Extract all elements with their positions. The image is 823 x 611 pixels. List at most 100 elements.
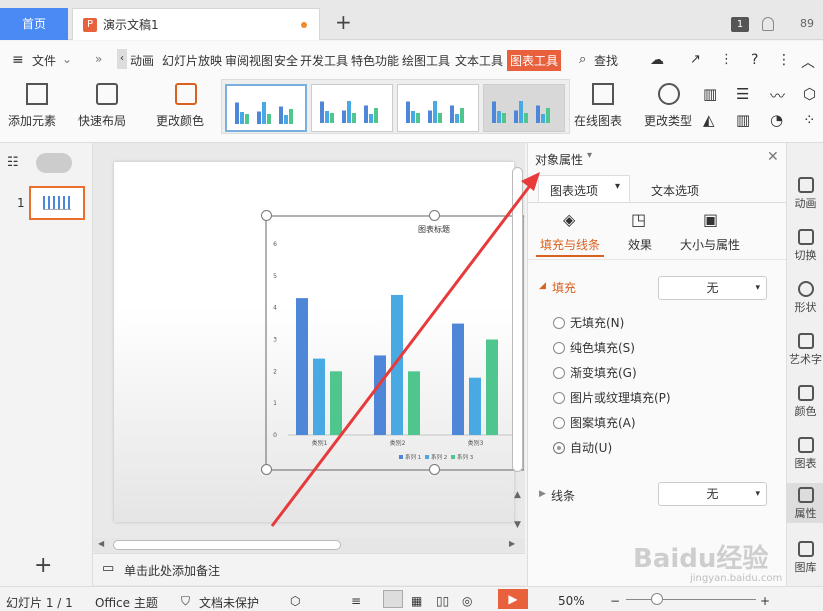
scroll-up-icon[interactable]: ▲	[514, 490, 521, 500]
chart-style-2[interactable]	[311, 84, 393, 132]
menu-security[interactable]: 安全	[274, 52, 298, 69]
theme-name[interactable]: Office 主题	[95, 594, 158, 611]
panel-title[interactable]: 对象属性	[535, 151, 583, 168]
bar[interactable]	[374, 355, 386, 435]
notes-area[interactable]: ▭ 单击此处添加备注	[93, 553, 525, 585]
slide-thumbnail[interactable]	[29, 186, 85, 220]
outline-view-icon[interactable]: ☷	[7, 155, 19, 170]
radio-no-fill[interactable]: 无填充(N)	[553, 314, 624, 331]
user-icon[interactable]	[762, 17, 774, 31]
radio-auto-fill[interactable]: 自动(U)	[553, 439, 612, 456]
menu-chart-tools[interactable]: 图表工具	[507, 50, 562, 71]
change-color-button[interactable]: 更改颜色	[156, 112, 204, 129]
sorter-view-icon[interactable]: ▦	[411, 594, 422, 608]
radio-picture-fill[interactable]: 图片或纹理填充(P)	[553, 389, 671, 406]
tab-home[interactable]: 首页	[0, 8, 68, 40]
fill-select[interactable]: 无 ▾	[658, 276, 767, 300]
close-icon[interactable]: ✕	[767, 149, 779, 165]
bar[interactable]	[452, 323, 464, 435]
scroll-down-icon[interactable]: ▼	[514, 520, 521, 530]
menu-slideshow[interactable]: 幻灯片放映	[162, 52, 222, 69]
protect-status[interactable]: 文档未保护	[199, 594, 259, 611]
reading-view-icon[interactable]: ▯▯	[436, 594, 449, 608]
radio-solid-fill[interactable]: 纯色填充(S)	[553, 339, 635, 356]
radio-pattern-fill[interactable]: 图案填充(A)	[553, 414, 636, 431]
bar[interactable]	[391, 294, 403, 435]
online-chart-button[interactable]: 在线图表	[574, 112, 622, 129]
resize-handle-tl[interactable]	[261, 210, 272, 221]
quick-layout-icon[interactable]	[96, 83, 118, 105]
subtab-size[interactable]: 大小与属性	[680, 236, 740, 253]
add-element-button[interactable]: 添加元素	[8, 112, 56, 129]
radar-chart-icon[interactable]: ⬡	[803, 85, 816, 103]
horizontal-scrollbar[interactable]	[113, 540, 341, 550]
collapse-icon[interactable]: ︿	[801, 52, 815, 72]
bar[interactable]	[469, 377, 481, 435]
menu-view[interactable]: 视图	[249, 52, 273, 69]
menu-features[interactable]: 特色功能	[351, 52, 399, 69]
chart-object[interactable]: 图表标题 0 1 2 3 4 5 6 类别1 类别2 类别3 系列 1 系列 2 系列 3	[262, 211, 524, 477]
bar[interactable]	[313, 358, 325, 435]
sidebar-color[interactable]: 颜色	[787, 385, 823, 419]
pie-chart-icon[interactable]: ◔	[770, 111, 783, 129]
normal-view-icon[interactable]	[383, 590, 403, 608]
line-section-label[interactable]: 线条	[551, 487, 575, 504]
add-slide-button[interactable]: +	[34, 553, 52, 578]
menu-search[interactable]: 查找	[594, 52, 618, 69]
subtab-fill-line[interactable]: 填充与线条	[540, 236, 600, 253]
stock-chart-icon[interactable]: ▥	[736, 111, 750, 129]
resize-handle-bl[interactable]	[261, 464, 272, 475]
bar[interactable]	[486, 339, 498, 436]
vertical-scrollbar[interactable]	[512, 167, 523, 472]
play-icon[interactable]: ▶	[498, 589, 528, 609]
chevron-down-icon[interactable]: ⌄	[62, 52, 72, 66]
effect-icon[interactable]: ◳	[631, 210, 646, 229]
slide-view-toggle[interactable]	[36, 153, 72, 173]
hamburger-icon[interactable]: ≡	[12, 52, 24, 68]
bar-chart-icon[interactable]: ▥	[703, 85, 717, 103]
cube-icon[interactable]: ⬡	[290, 594, 300, 608]
resize-handle-bottom[interactable]	[429, 464, 440, 475]
help-icon[interactable]: ?	[751, 52, 758, 68]
scroll-left-icon[interactable]: ◀	[98, 539, 104, 548]
presenter-view-icon[interactable]: ◎	[462, 594, 472, 608]
panel-title-chevron-icon[interactable]: ▾	[587, 150, 592, 161]
scatter-chart-icon[interactable]: ⁘	[803, 111, 816, 129]
cloud-icon[interactable]: ☁	[650, 52, 664, 68]
more-dots-icon[interactable]: ⋮	[777, 52, 791, 68]
sidebar-transition[interactable]: 切换	[787, 229, 823, 263]
fill-section-label[interactable]: 填充	[552, 279, 576, 296]
menu-file[interactable]: 文件	[32, 52, 56, 69]
menu-text-tools[interactable]: 文本工具	[455, 52, 503, 69]
line-select[interactable]: 无 ▾	[658, 482, 767, 506]
zoom-slider-thumb[interactable]	[651, 593, 663, 605]
fill-bucket-icon[interactable]: ◈	[563, 210, 575, 229]
chart-title[interactable]: 图表标题	[418, 224, 450, 234]
bar[interactable]	[408, 371, 420, 435]
window-count-badge[interactable]: 1	[731, 17, 749, 32]
zoom-slider-track[interactable]	[626, 599, 756, 600]
bar[interactable]	[296, 298, 308, 435]
quick-layout-button[interactable]: 快速布局	[78, 112, 126, 129]
subtab-effect[interactable]: 效果	[628, 236, 652, 253]
chart-style-3[interactable]	[397, 84, 479, 132]
tab-chart-options[interactable]: 图表选项 ▾	[538, 175, 630, 203]
resize-handle-top[interactable]	[429, 210, 440, 221]
expand-fill-icon[interactable]: ◢	[539, 281, 546, 291]
size-icon[interactable]: ▣	[703, 210, 718, 229]
chart-style-1[interactable]	[225, 84, 307, 132]
align-icon[interactable]: ≡	[351, 594, 361, 608]
sidebar-shape[interactable]: 形状	[787, 281, 823, 315]
sidebar-animation[interactable]: 动画	[787, 177, 823, 211]
online-chart-icon[interactable]	[592, 83, 614, 105]
radio-gradient-fill[interactable]: 渐变填充(G)	[553, 364, 637, 381]
share-icon[interactable]: ↗	[690, 52, 701, 67]
line-chart-icon[interactable]: 〰	[770, 85, 785, 106]
zoom-level[interactable]: 50%	[558, 594, 585, 608]
notes-placeholder[interactable]: 单击此处添加备注	[124, 562, 220, 579]
area-chart-icon[interactable]: ◭	[703, 111, 715, 129]
add-element-icon[interactable]	[26, 83, 48, 105]
tab-document[interactable]: P 演示文稿1	[72, 8, 320, 40]
menu-draw-tools[interactable]: 绘图工具	[402, 52, 450, 69]
hbar-chart-icon[interactable]: ☰	[736, 85, 749, 103]
